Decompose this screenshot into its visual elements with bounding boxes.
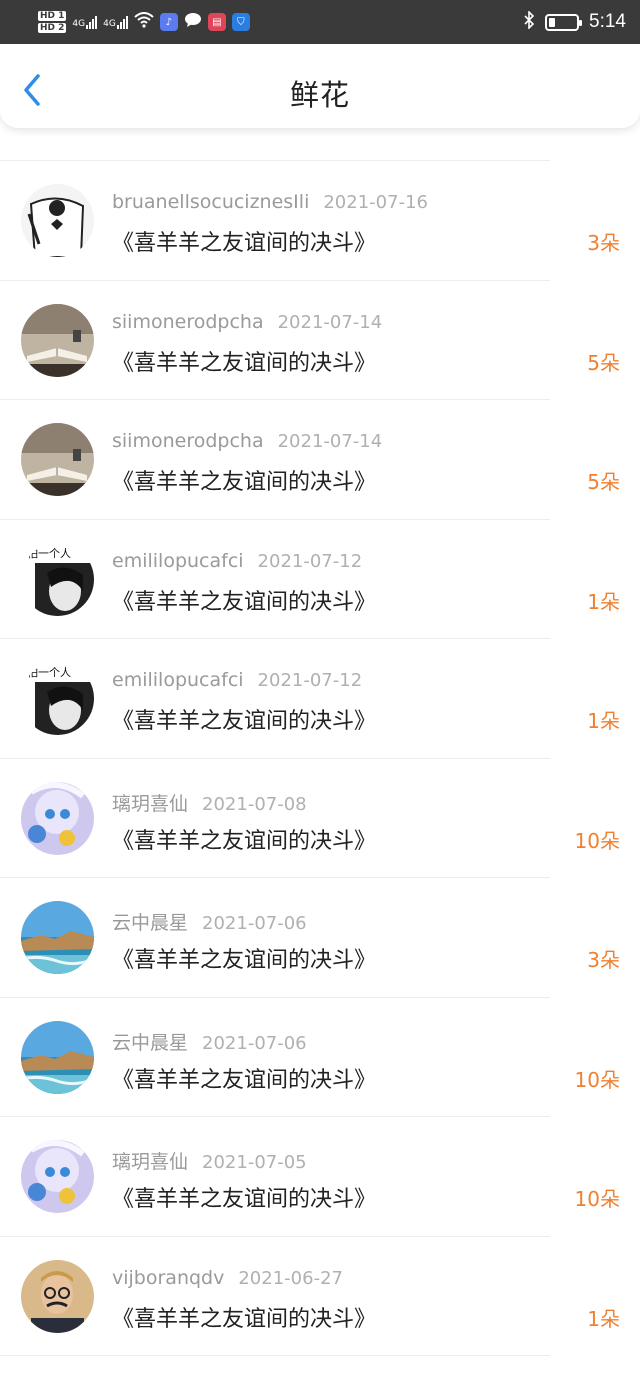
avatar-book[interactable] (21, 303, 94, 377)
list-item[interactable]: bruanellsocuciznesIli 2021-07-16 《喜羊羊之友谊间… (0, 161, 640, 281)
nav-bar: 鲜花 (0, 44, 640, 128)
username-line: emililopucafci 2021-07-12 (112, 669, 362, 691)
list-item[interactable]: 怕一个人 emililopucafci 2021-07-12 《喜羊羊之友谊间的决… (0, 639, 640, 759)
flower-count: 1朵 (587, 589, 620, 614)
list-item[interactable]: 璃玥喜仙 2021-07-05 《喜羊羊之友谊间的决斗》 10朵 (0, 1117, 640, 1237)
work-title: 《喜羊羊之友谊间的决斗》 (112, 231, 377, 256)
username: 云中晨星 (112, 1031, 189, 1054)
avatar-coast[interactable] (21, 1020, 94, 1094)
username: vijboranqdv (112, 1266, 225, 1289)
record-date: 2021-07-12 (257, 550, 363, 572)
record-date: 2021-07-06 (202, 1032, 307, 1054)
list-item[interactable]: vijboranqdv 2021-06-27 《喜羊羊之友谊间的决斗》 1朵 (0, 1237, 640, 1356)
username-line: siimonerodpcha 2021-07-14 (112, 430, 382, 452)
page-title: 鲜花 (289, 78, 350, 112)
flower-count: 3朵 (587, 948, 620, 972)
list-item[interactable]: 怕一个人 emililopucafci 2021-07-12 《喜羊羊之友谊间的决… (0, 520, 640, 639)
svg-text:怕一个人: 怕一个人 (27, 666, 71, 679)
flower-count: 5朵 (587, 350, 620, 375)
flower-count: 10朵 (574, 1067, 620, 1092)
work-title: 《喜羊羊之友谊间的决斗》 (112, 350, 377, 376)
username-line: 璃玥喜仙 2021-07-08 (112, 789, 307, 816)
work-title: 《喜羊羊之友谊间的决斗》 (112, 470, 377, 495)
avatar-girl[interactable]: 怕一个人 (21, 662, 94, 735)
username-line: 璃玥喜仙 2021-07-05 (112, 1147, 307, 1174)
record-date: 2021-07-16 (323, 192, 428, 213)
username-line: siimonerodpcha 2021-07-14 (112, 311, 382, 333)
avatar-coast[interactable] (21, 901, 94, 974)
username: emililopucafci (112, 549, 244, 572)
avatar-book[interactable] (21, 423, 94, 496)
work-title: 《喜羊羊之友谊间的决斗》 (112, 1187, 377, 1212)
work-title: 《喜羊羊之友谊间的决斗》 (112, 1306, 377, 1332)
work-title: 《喜羊羊之友谊间的决斗》 (112, 709, 377, 734)
flower-count: 3朵 (587, 231, 620, 255)
list-item[interactable]: 云中晨星 2021-07-06 《喜羊羊之友谊间的决斗》 10朵 (0, 998, 640, 1117)
flower-count: 1朵 (587, 1306, 620, 1331)
record-date: 2021-06-27 (238, 1267, 343, 1289)
work-title: 《喜羊羊之友谊间的决斗》 (112, 589, 377, 615)
flower-count: 5朵 (587, 470, 620, 494)
work-title: 《喜羊羊之友谊间的决斗》 (112, 948, 377, 973)
record-date: 2021-07-12 (257, 670, 363, 691)
svg-text:怕一个人: 怕一个人 (27, 547, 71, 560)
record-date: 2021-07-05 (202, 1152, 307, 1173)
list-item[interactable]: 璃玥喜仙 2021-07-08 《喜羊羊之友谊间的决斗》 10朵 (0, 759, 640, 878)
list-item[interactable]: siimonerodpcha 2021-07-14 《喜羊羊之友谊间的决斗》 5朵 (0, 400, 640, 520)
avatar-girl[interactable]: 怕一个人 (21, 542, 94, 616)
username: bruanellsocuciznesIli (112, 191, 310, 213)
record-date: 2021-07-06 (202, 913, 307, 934)
username-line: vijboranqdv 2021-06-27 (112, 1267, 343, 1289)
username: siimonerodpcha (112, 430, 264, 452)
flower-count: 1朵 (587, 709, 620, 733)
record-date: 2021-07-14 (277, 311, 383, 333)
list-item[interactable]: 云中晨星 2021-07-06 《喜羊羊之友谊间的决斗》 3朵 (0, 878, 640, 998)
username: 璃玥喜仙 (112, 1151, 189, 1173)
username-line: 云中晨星 2021-07-06 (112, 1028, 307, 1055)
avatar-anime[interactable] (21, 781, 94, 855)
username: emililopucafci (112, 669, 244, 691)
work-title: 《喜羊羊之友谊间的决斗》 (112, 828, 377, 854)
username-line: bruanellsocuciznesIli 2021-07-16 (112, 191, 428, 213)
username-line: emililopucafci 2021-07-12 (112, 550, 362, 572)
work-title: 《喜羊羊之友谊间的决斗》 (112, 1067, 377, 1093)
avatar-sketch[interactable] (21, 184, 94, 257)
username: 云中晨星 (112, 912, 189, 934)
username-line: 云中晨星 2021-07-06 (112, 908, 307, 935)
record-date: 2021-07-08 (202, 793, 307, 815)
record-date: 2021-07-14 (277, 431, 383, 452)
username: 璃玥喜仙 (112, 792, 189, 815)
avatar-man[interactable] (21, 1259, 94, 1333)
flower-count: 10朵 (574, 1187, 620, 1211)
list-item[interactable]: siimonerodpcha 2021-07-14 《喜羊羊之友谊间的决斗》 5朵 (0, 281, 640, 400)
flower-count: 10朵 (574, 828, 620, 853)
username: siimonerodpcha (112, 310, 264, 333)
avatar-anime[interactable] (21, 1140, 94, 1213)
row-divider (0, 1355, 550, 1356)
